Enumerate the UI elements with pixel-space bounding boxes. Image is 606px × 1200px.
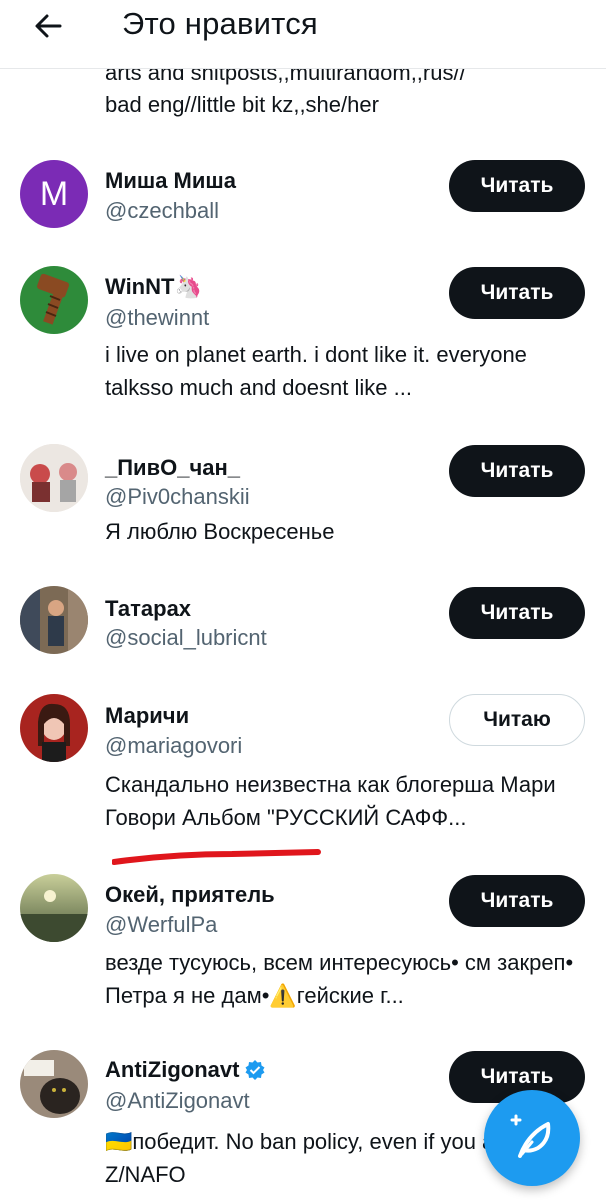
photo-avatar-icon — [20, 1050, 88, 1118]
photo-avatar-icon — [20, 874, 88, 942]
avatar[interactable] — [20, 874, 88, 942]
user-handle: @mariagovori — [105, 733, 243, 758]
avatar-letter: M — [39, 174, 69, 213]
user-bio: Скандально неизвестна как блогерша Мари … — [105, 772, 556, 830]
follow-button[interactable]: Читать — [449, 445, 585, 497]
arrow-left-icon[interactable] — [30, 8, 66, 44]
user-bio: i live on planet earth. i dont like it. … — [105, 342, 527, 400]
top-app-bar: Это нравится — [0, 0, 606, 69]
verified-badge-icon — [245, 1060, 265, 1080]
user-bio: везде тусуюсь, всем интересуюсь• см закр… — [105, 950, 574, 1008]
user-handle: @social_lubricnt — [105, 625, 267, 650]
user-name[interactable]: Окей, приятель — [105, 882, 275, 908]
illustration-avatar-icon — [20, 444, 88, 512]
user-name[interactable]: Татарах — [105, 596, 191, 622]
compose-post-icon — [510, 1114, 551, 1158]
user-bio: Я люблю Воскресенье — [105, 519, 335, 544]
user-handle: @Piv0chanskii — [105, 484, 250, 509]
user-name[interactable]: AntiZigonavt — [105, 1057, 239, 1083]
compose-post-button[interactable] — [484, 1090, 580, 1186]
user-name[interactable]: Миша Миша — [105, 168, 236, 194]
avatar[interactable] — [20, 266, 88, 334]
avatar[interactable] — [20, 1050, 88, 1118]
photo-avatar-icon — [20, 694, 88, 762]
avatar[interactable] — [20, 694, 88, 762]
hammer-avatar-icon — [37, 273, 70, 325]
page-title: Это нравится — [122, 6, 318, 41]
avatar[interactable] — [20, 586, 88, 654]
avatar[interactable] — [20, 444, 88, 512]
follow-button[interactable]: Читать — [449, 587, 585, 639]
follow-button[interactable]: Читать — [449, 875, 585, 927]
user-handle: @czechball — [105, 198, 220, 223]
user-name-row[interactable]: AntiZigonavt — [105, 1057, 266, 1083]
bio-line-2: bad eng//little bit kz,,she/her — [105, 92, 379, 117]
user-handle: @AntiZigonavt — [105, 1088, 250, 1113]
user-name[interactable]: WinNT🦄 — [105, 274, 202, 300]
red-underline-annotation — [112, 849, 321, 865]
avatar[interactable]: M — [20, 160, 88, 228]
user-handle: @WerfulPa — [105, 912, 218, 937]
user-name[interactable]: Маричи — [105, 703, 189, 729]
user-list: arts and shitposts,,multirandom,,rus// b… — [0, 0, 606, 1200]
following-button[interactable]: Читаю — [449, 694, 585, 746]
photo-avatar-icon — [20, 586, 88, 654]
follow-button[interactable]: Читать — [449, 160, 585, 212]
follow-button[interactable]: Читать — [449, 267, 585, 319]
follow-button-label: Читать — [480, 1065, 554, 1088]
user-handle: @thewinnt — [105, 305, 210, 330]
user-name[interactable]: _ПивО_чан_ — [105, 455, 240, 481]
